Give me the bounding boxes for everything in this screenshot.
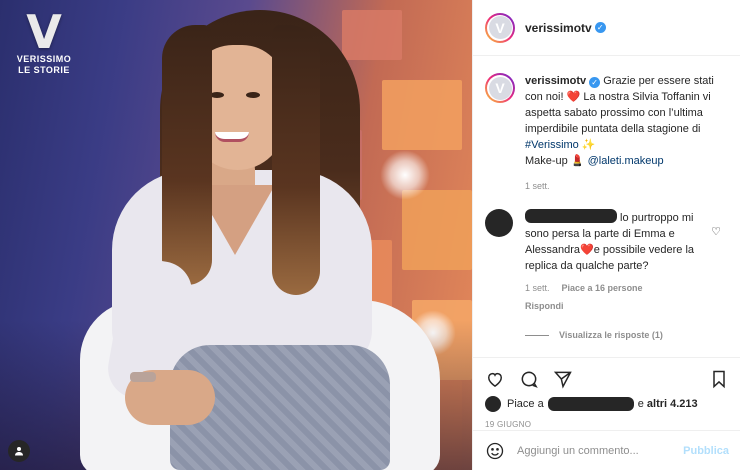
comment-meta: 1 sett. Piace a 16 persone: [525, 280, 703, 296]
likes-and: e: [637, 398, 644, 410]
likes-summary: Piace a e altri 4.213: [485, 396, 729, 412]
hashtag-link[interactable]: #Verissimo: [525, 139, 579, 151]
caption-username[interactable]: verissimotv: [525, 75, 586, 87]
watch: [130, 372, 156, 382]
post-panel: V verissimotv ✓ V verissimotv ✓ Grazie pe…: [472, 0, 740, 470]
sparkle-emoji: ✨: [578, 139, 596, 151]
avatar-letter: V: [488, 76, 512, 100]
verified-badge-icon: ✓: [589, 77, 601, 88]
emoji-icon[interactable]: [485, 441, 505, 461]
logo-letter: V: [26, 5, 62, 59]
action-bar: Piace a e altri 4.213 19 GIUGNO: [473, 357, 740, 429]
caption: V verissimotv ✓ Grazie per essere stati c…: [473, 57, 740, 169]
action-icons: [485, 364, 729, 394]
replies-line: [525, 334, 549, 336]
bookmark-icon[interactable]: [709, 369, 729, 389]
comment: ❤️❤️❤️❤️❤️❤️❤️❤️: [473, 340, 740, 357]
person-icon: [15, 447, 23, 456]
stage-light: [380, 150, 430, 200]
header-username[interactable]: verissimotv: [525, 21, 592, 35]
caption-time: 1 sett.: [525, 181, 550, 191]
verified-badge-icon: ✓: [594, 22, 606, 33]
logo-subtitle: LE STORIE: [18, 65, 70, 75]
view-replies-label: Visualizza le risposte (1): [559, 330, 663, 340]
post-date: 19 GIUGNO: [485, 420, 532, 429]
comment-likes[interactable]: Piace a 16 persone: [562, 280, 643, 296]
avatar-letter: V: [488, 16, 512, 39]
heart-emoji: ❤️: [580, 244, 594, 256]
hair-right: [272, 25, 320, 295]
smile: [215, 132, 249, 142]
view-replies-button[interactable]: Visualizza le risposte (1): [525, 330, 740, 340]
redacted-username[interactable]: [525, 209, 617, 223]
profile-avatar[interactable]: V: [485, 12, 515, 43]
mention-link[interactable]: @laleti.makeup: [585, 155, 664, 167]
caption-makeup: Make-up: [525, 155, 571, 167]
liker-avatar[interactable]: [485, 396, 501, 412]
comment-input[interactable]: [517, 444, 684, 457]
redacted-username[interactable]: [547, 397, 634, 411]
hair-left: [162, 25, 212, 285]
comment-time: 1 sett.: [525, 283, 550, 293]
comments-scroll[interactable]: V verissimotv ✓ Grazie per essere stati c…: [473, 57, 740, 357]
logo-title: VERISSIMO: [16, 54, 72, 64]
comment-body: lo purtroppo mi sono persa la parte di E…: [525, 209, 703, 314]
verissimo-logo: V VERISSIMO LE STORIE: [14, 5, 74, 76]
left-eye: [210, 92, 224, 98]
caption-avatar[interactable]: V: [485, 73, 515, 103]
heart-icon[interactable]: [485, 369, 505, 389]
lipstick-emoji: 💄: [570, 155, 585, 167]
tagged-users-button[interactable]: [8, 440, 30, 462]
likes-prefix: Piace a: [507, 398, 544, 410]
likes-others[interactable]: altri 4.213: [647, 398, 698, 410]
post-photo[interactable]: V VERISSIMO LE STORIE: [0, 0, 472, 470]
right-eye: [246, 92, 260, 98]
post-header: V verissimotv ✓: [473, 0, 740, 56]
publish-button[interactable]: Pubblica: [683, 445, 729, 457]
comment-icon[interactable]: [519, 369, 539, 389]
avatar-ring: V: [487, 75, 513, 101]
like-comment-heart-icon[interactable]: ♡: [711, 225, 721, 238]
heart-emoji: ❤️: [566, 91, 581, 103]
caption-text: verissimotv ✓ Grazie per essere stati con…: [525, 73, 725, 169]
comment: lo purtroppo mi sono persa la parte di E…: [473, 191, 740, 314]
avatar-ring: V: [487, 14, 513, 41]
instagram-post: V VERISSIMO LE STORIE V verissimotv ✓ V: [0, 0, 740, 470]
add-comment-bar: Pubblica: [473, 430, 740, 470]
comment-avatar[interactable]: [485, 209, 513, 237]
reply-button[interactable]: Rispondi: [525, 298, 703, 314]
share-icon[interactable]: [553, 369, 573, 389]
